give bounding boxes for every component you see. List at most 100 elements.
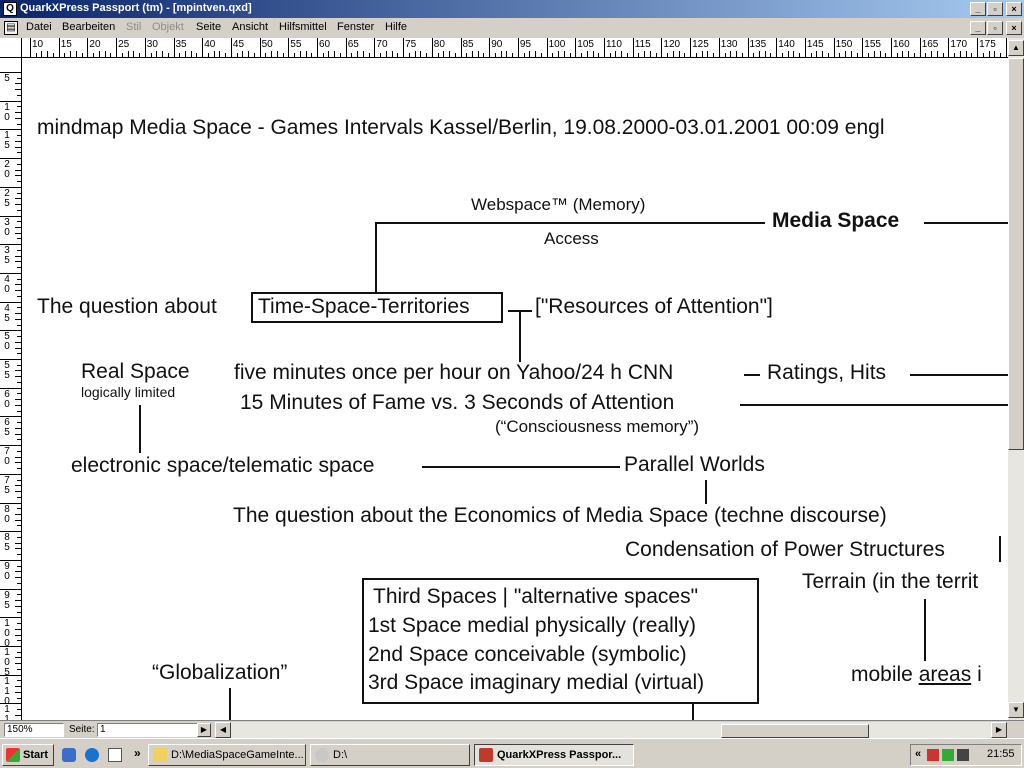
connector-line <box>999 536 1001 562</box>
task-drive[interactable]: D:\ <box>310 744 470 766</box>
ruler-minor-tick <box>678 51 680 57</box>
title-bar[interactable]: Q QuarkXPress Passport (tm) - [mpintven.… <box>0 0 1024 18</box>
ruler-major-tick <box>317 38 318 57</box>
five-minutes-node[interactable]: five minutes once per hour on Yahoo/24 h… <box>234 361 673 385</box>
ruler-label: 115 <box>634 39 651 50</box>
close-button[interactable]: × <box>1006 2 1022 16</box>
scroll-up-button[interactable]: ▲ <box>1008 40 1024 56</box>
ruler-minor-tick <box>219 51 221 57</box>
start-button[interactable]: Start <box>2 744 54 766</box>
horizontal-ruler[interactable]: 10 15 20 25 30 35 40 45 50 55 60 65 70 75 80 85 90 95 100 1… <box>22 38 1008 58</box>
quicklaunch-more-icon[interactable]: » <box>134 746 141 760</box>
vertical-scrollbar[interactable]: ▲ ▼ <box>1008 38 1024 720</box>
ruler-origin[interactable] <box>0 38 22 58</box>
menu-fenster[interactable]: Fenster <box>337 21 374 33</box>
tray-expand-icon[interactable]: « <box>915 748 921 760</box>
ratings-node[interactable]: Ratings, Hits <box>767 361 886 385</box>
tray-app-icon[interactable] <box>927 749 939 761</box>
ruler-major-tick <box>0 502 21 504</box>
real-space-node[interactable]: Real Space <box>81 360 190 384</box>
ruler-minor-tick <box>408 53 410 57</box>
condensation-node[interactable]: Condensation of Power Structures <box>625 538 945 562</box>
ruler-label: 150 <box>835 39 853 50</box>
second-space-line[interactable]: 2nd Space conceivable (symbolic) <box>368 643 687 667</box>
third-spaces-header[interactable]: Third Spaces | "alternative spaces" <box>373 585 698 609</box>
ruler-major-tick <box>1005 38 1007 57</box>
document-icon[interactable]: ▤ <box>4 21 18 35</box>
webspace-label[interactable]: Webspace™ (Memory) <box>471 195 645 215</box>
page-menu-arrow-icon[interactable]: ▶ <box>197 723 211 737</box>
tray-network-icon[interactable] <box>942 749 954 761</box>
task-explorer-folder[interactable]: D:\MediaSpaceGameInte... <box>148 744 306 766</box>
economics-node[interactable]: The question about the Economics of Medi… <box>233 504 887 528</box>
ruler-minor-tick <box>15 462 21 464</box>
quark-app-icon <box>479 748 493 762</box>
document-page[interactable]: mindmap Media Space - Games Intervals Ka… <box>22 58 1008 720</box>
menu-ansicht[interactable]: Ansicht <box>232 21 268 33</box>
ruler-label: 85 <box>4 532 10 554</box>
ruler-major-tick <box>747 38 749 57</box>
menu-hilfe[interactable]: Hilfe <box>385 21 407 33</box>
electronic-space-node[interactable]: electronic space/telematic space <box>71 454 375 478</box>
task-quarkxpress[interactable]: QuarkXPress Passpor... <box>474 744 634 766</box>
resources-node[interactable]: ["Resources of Attention"] <box>535 295 773 319</box>
minimize-button[interactable]: _ <box>970 2 986 16</box>
scroll-right-button[interactable]: ▶ <box>991 722 1007 738</box>
first-space-line[interactable]: 1st Space medial physically (really) <box>368 614 696 638</box>
ruler-minor-tick <box>17 77 21 79</box>
doc-restore-button[interactable]: ▫ <box>987 21 1003 35</box>
ruler-major-tick <box>374 38 376 57</box>
window-title: QuarkXPress Passport (tm) - [mpintven.qx… <box>20 2 252 14</box>
ruler-minor-tick <box>988 51 990 57</box>
scroll-down-button[interactable]: ▼ <box>1008 702 1024 718</box>
terrain-node[interactable]: Terrain (in the territ <box>802 570 978 594</box>
mobile-areas-node[interactable]: mobile areas i <box>851 663 982 687</box>
ruler-minor-tick <box>253 53 255 57</box>
media-space-node[interactable]: Media Space <box>772 209 899 233</box>
vertical-ruler[interactable]: 5 10 15 20 25 30 35 40 45 50 55 60 65 70 75 80 85 90 95 100… <box>0 58 22 720</box>
maximize-button[interactable]: ▫ <box>987 2 1003 16</box>
parallel-worlds-node[interactable]: Parallel Worlds <box>624 453 765 477</box>
ruler-major-tick <box>87 38 89 57</box>
ruler-minor-tick <box>781 53 783 57</box>
menu-seite[interactable]: Seite <box>196 21 221 33</box>
horizontal-scrollbar[interactable] <box>231 722 991 738</box>
zoom-field[interactable]: 150% <box>4 723 64 737</box>
access-label[interactable]: Access <box>544 229 599 249</box>
ruler-minor-tick <box>913 53 915 57</box>
tray-monitor-icon[interactable] <box>957 749 969 761</box>
consciousness-label[interactable]: (“Consciousness memory”) <box>495 417 699 437</box>
menu-bearbeiten[interactable]: Bearbeiten <box>62 21 115 33</box>
fifteen-minutes-node[interactable]: 15 Minutes of Fame vs. 3 Seconds of Atte… <box>240 391 674 415</box>
ruler-label: 60 <box>4 388 10 410</box>
connector-line <box>139 405 141 453</box>
quark-app-icon[interactable]: Q <box>3 2 17 16</box>
logically-limited-label[interactable]: logically limited <box>81 384 175 400</box>
time-space-node[interactable]: Time-Space-Territories <box>258 295 470 319</box>
menu-hilfsmittel[interactable]: Hilfsmittel <box>279 21 327 33</box>
ruler-minor-tick <box>15 691 21 693</box>
vertical-scroll-thumb[interactable] <box>1008 58 1024 450</box>
menu-datei[interactable]: Datei <box>26 21 52 33</box>
doc-minimize-button[interactable]: _ <box>970 21 986 35</box>
browser-icon[interactable] <box>85 748 99 762</box>
ruler-minor-tick <box>15 577 21 579</box>
desktop-icon[interactable] <box>62 748 76 762</box>
globalization-node[interactable]: “Globalization” <box>152 661 287 685</box>
ruler-minor-tick <box>41 51 43 57</box>
mindmap-title[interactable]: mindmap Media Space - Games Intervals Ka… <box>37 116 885 140</box>
ruler-label: 175 <box>979 39 996 50</box>
doc-close-button[interactable]: × <box>1006 21 1022 35</box>
scroll-left-button[interactable]: ◀ <box>215 722 231 738</box>
page-field[interactable]: 1 <box>97 723 211 737</box>
third-space-line[interactable]: 3rd Space imaginary medial (virtual) <box>368 671 704 695</box>
ruler-label: 45 <box>232 39 245 50</box>
ruler-minor-tick <box>494 53 496 57</box>
ruler-minor-tick <box>644 51 646 57</box>
ruler-major-tick <box>30 38 31 57</box>
question-prefix[interactable]: The question about <box>37 295 217 319</box>
ruler-minor-tick <box>17 709 21 711</box>
app-quicklaunch-icon[interactable] <box>108 748 122 762</box>
horizontal-scroll-thumb[interactable] <box>721 724 869 738</box>
menu-bar: ▤ Datei Bearbeiten Stil Objekt Seite Ans… <box>0 18 1024 38</box>
